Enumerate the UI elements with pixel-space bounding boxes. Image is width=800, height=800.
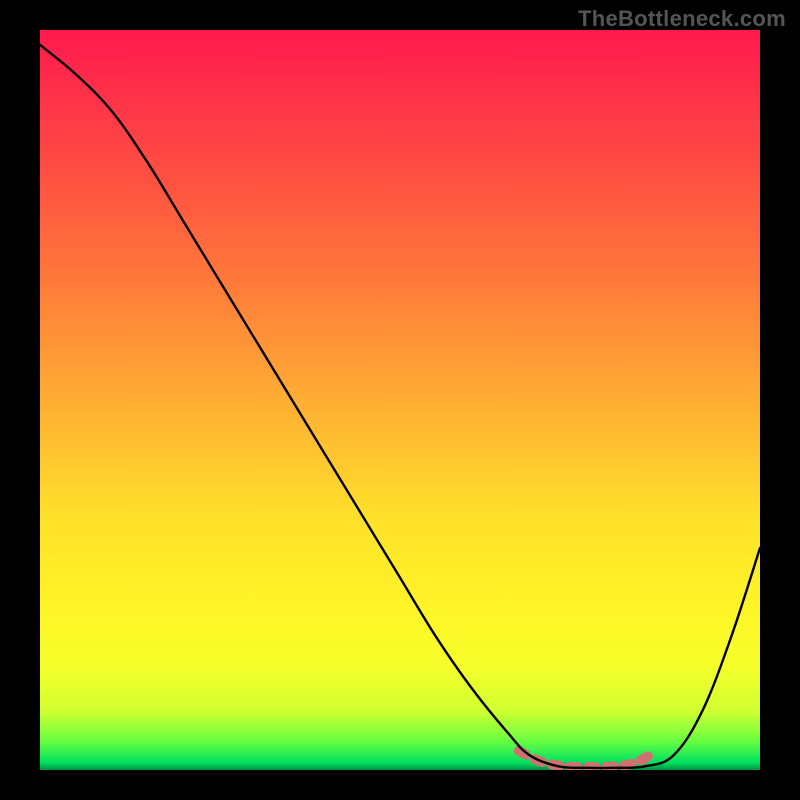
low-region-highlight [519,751,656,767]
plot-area [40,30,760,770]
chart-stage: TheBottleneck.com [0,0,800,800]
bottleneck-curve [40,45,760,768]
curve-layer [40,30,760,770]
attribution-watermark: TheBottleneck.com [578,6,786,32]
